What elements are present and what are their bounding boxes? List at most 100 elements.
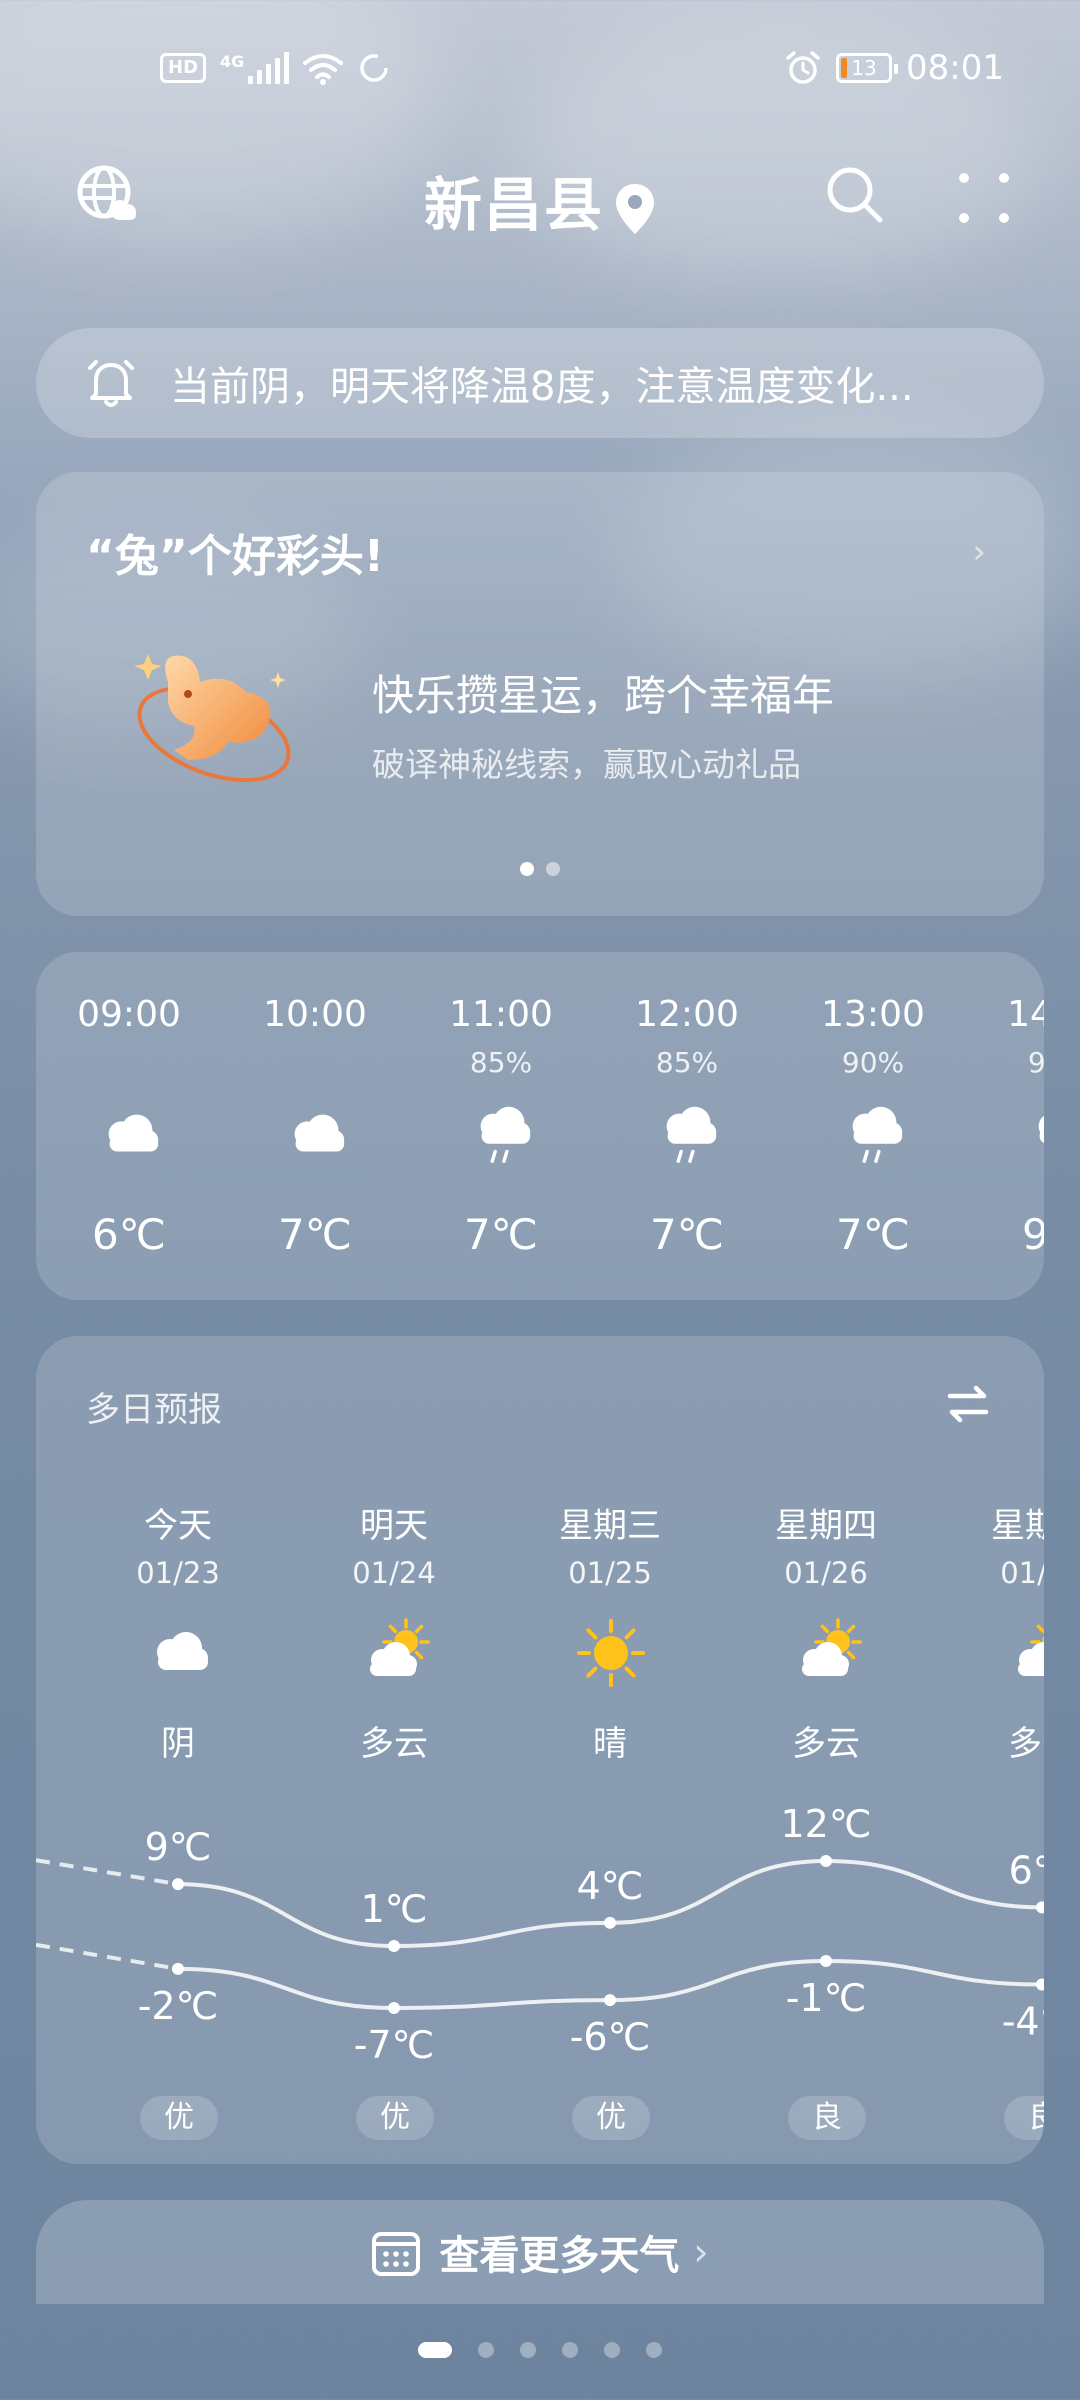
day-condition: 多云 [792, 1724, 860, 1764]
high-temp-label: 4℃ [577, 1864, 644, 1908]
rain-icon [1024, 1100, 1044, 1170]
day-name: 星期四 [775, 1506, 877, 1546]
cloudy-icon [94, 1100, 166, 1170]
bell-icon [88, 360, 134, 407]
day-date: 01/27 [1000, 1556, 1044, 1590]
city-name: 新昌县 [423, 171, 604, 239]
hd-badge: HD [160, 53, 207, 83]
day-name: 星期三 [559, 1506, 661, 1546]
battery-level: 13 [851, 56, 877, 80]
partly-cloudy-icon [1006, 1618, 1044, 1688]
promo-subtitle: 破译神秘线索，赢取心动礼品 [372, 745, 801, 784]
hour-time: 13:00 [821, 994, 925, 1035]
high-temp-label: 6℃ [1009, 1848, 1044, 1892]
chevron-right-icon: › [972, 532, 986, 572]
page-dot [520, 2342, 536, 2358]
promo-page-indicator [36, 862, 1044, 876]
calendar-icon [372, 2232, 421, 2276]
rain-icon [838, 1100, 910, 1170]
precip-probability: 85% [469, 1046, 533, 1079]
partly-cloudy-icon [790, 1618, 864, 1688]
hour-temperature: 7℃ [464, 1210, 538, 1259]
hour-time: 11:00 [449, 994, 553, 1035]
air-quality-badge: 优 [572, 2096, 650, 2140]
status-time: 08:01 [906, 48, 1004, 88]
promo-headline: 快乐攒星运，跨个幸福年 [372, 671, 835, 720]
day-date: 01/24 [352, 1556, 436, 1590]
day-date: 01/23 [136, 1556, 220, 1590]
low-temp-point [388, 2002, 400, 2014]
low-temp-past-dash [36, 1942, 179, 1971]
day-date: 01/26 [784, 1556, 868, 1590]
search-icon[interactable] [824, 164, 886, 226]
alarm-icon [786, 51, 820, 84]
promo-title: “兔”个好彩头! [86, 531, 384, 582]
daily-forecast[interactable]: 多日预报 9℃-2℃1℃-7℃4℃-6℃12℃-1℃6℃-4℃ 今天01/23阴… [36, 1336, 1044, 2164]
day-condition: 多云 [360, 1724, 428, 1764]
high-temp-point [1036, 1901, 1044, 1914]
hour-temperature: 9℃ [1022, 1210, 1044, 1259]
low-temp-label: -4℃ [1002, 2000, 1044, 2044]
page-dot-active [418, 2342, 452, 2358]
sunny-icon [574, 1618, 648, 1688]
chevron-right-icon: › [693, 2230, 709, 2274]
page-dot [604, 2342, 620, 2358]
sync-icon [360, 54, 389, 82]
low-temp-point [820, 1955, 832, 1967]
hour-time: 12:00 [635, 994, 739, 1035]
city-title[interactable]: 新昌县 [0, 158, 1080, 242]
rain-icon [466, 1100, 538, 1170]
cloudy-icon [280, 1100, 352, 1170]
network-type: 4G [220, 51, 245, 71]
day-name: 明天 [360, 1506, 428, 1546]
partly-cloudy-icon [358, 1618, 432, 1688]
air-quality-badge: 优 [356, 2096, 434, 2140]
day-condition: 多云 [1008, 1724, 1044, 1764]
rain-icon [652, 1100, 724, 1170]
high-temp-point [172, 1878, 184, 1891]
city-page-indicator [0, 2342, 1080, 2358]
air-quality-badge: 良 [1004, 2096, 1044, 2140]
precip-probability: 90% [1027, 1046, 1044, 1079]
low-temp-label: -6℃ [570, 2015, 651, 2059]
low-temp-point [1036, 1978, 1044, 1991]
signal-icon [248, 52, 290, 84]
page-dot [562, 2342, 578, 2358]
page-dot [478, 2342, 494, 2358]
location-pin-icon [616, 183, 654, 234]
cloudy-icon [142, 1618, 216, 1688]
weather-alert-bar[interactable]: 当前阴，明天将降温8度，注意温度变化... [36, 328, 1044, 438]
more-weather-button[interactable]: 查看更多天气 › [36, 2200, 1044, 2304]
day-name: 星期五 [991, 1506, 1044, 1546]
air-quality-badge: 优 [140, 2096, 218, 2140]
battery-icon: 13 [836, 53, 899, 83]
more-weather-label: 查看更多天气 [439, 2233, 680, 2279]
high-temp-point [388, 1940, 400, 1952]
low-temp-point [604, 1994, 616, 2007]
promo-banner[interactable]: “兔”个好彩头! › 快乐攒星运，跨个幸福年 破译神秘线索，赢取心动礼品 [36, 472, 1044, 916]
hour-time: 14:00 [1007, 994, 1044, 1035]
hour-time: 09:00 [77, 994, 181, 1035]
low-temp-label: -2℃ [138, 1984, 219, 2028]
low-temp-point [172, 1962, 184, 1975]
low-temp-label: -1℃ [786, 1976, 867, 2020]
header: 新昌县 [0, 150, 1080, 240]
hour-temperature: 6℃ [92, 1210, 166, 1259]
high-temp-label: 12℃ [780, 1802, 871, 1846]
high-temp-label: 1℃ [361, 1887, 428, 1931]
precip-probability: 85% [655, 1046, 719, 1079]
precip-probability: 90% [841, 1046, 905, 1079]
high-temp-point [604, 1916, 616, 1929]
alert-text: 当前阴，明天将降温8度，注意温度变化... [170, 364, 914, 410]
page-dot-active [520, 862, 534, 876]
wifi-icon [303, 54, 344, 85]
day-name: 今天 [144, 1506, 212, 1546]
hour-temperature: 7℃ [836, 1210, 910, 1259]
hourly-forecast[interactable]: 09:00 6℃ 10:00 7℃ 11:00 85% 7℃ 12:00 85% 7℃ 13:00 9… [36, 952, 1044, 1300]
day-condition: 阴 [161, 1724, 195, 1764]
status-bar: HD 4G 13 08:01 [0, 0, 1080, 140]
more-menu-icon[interactable] [956, 170, 1012, 226]
day-date: 01/25 [568, 1556, 652, 1590]
page-dot [546, 862, 560, 876]
air-quality-badge: 良 [788, 2096, 866, 2140]
